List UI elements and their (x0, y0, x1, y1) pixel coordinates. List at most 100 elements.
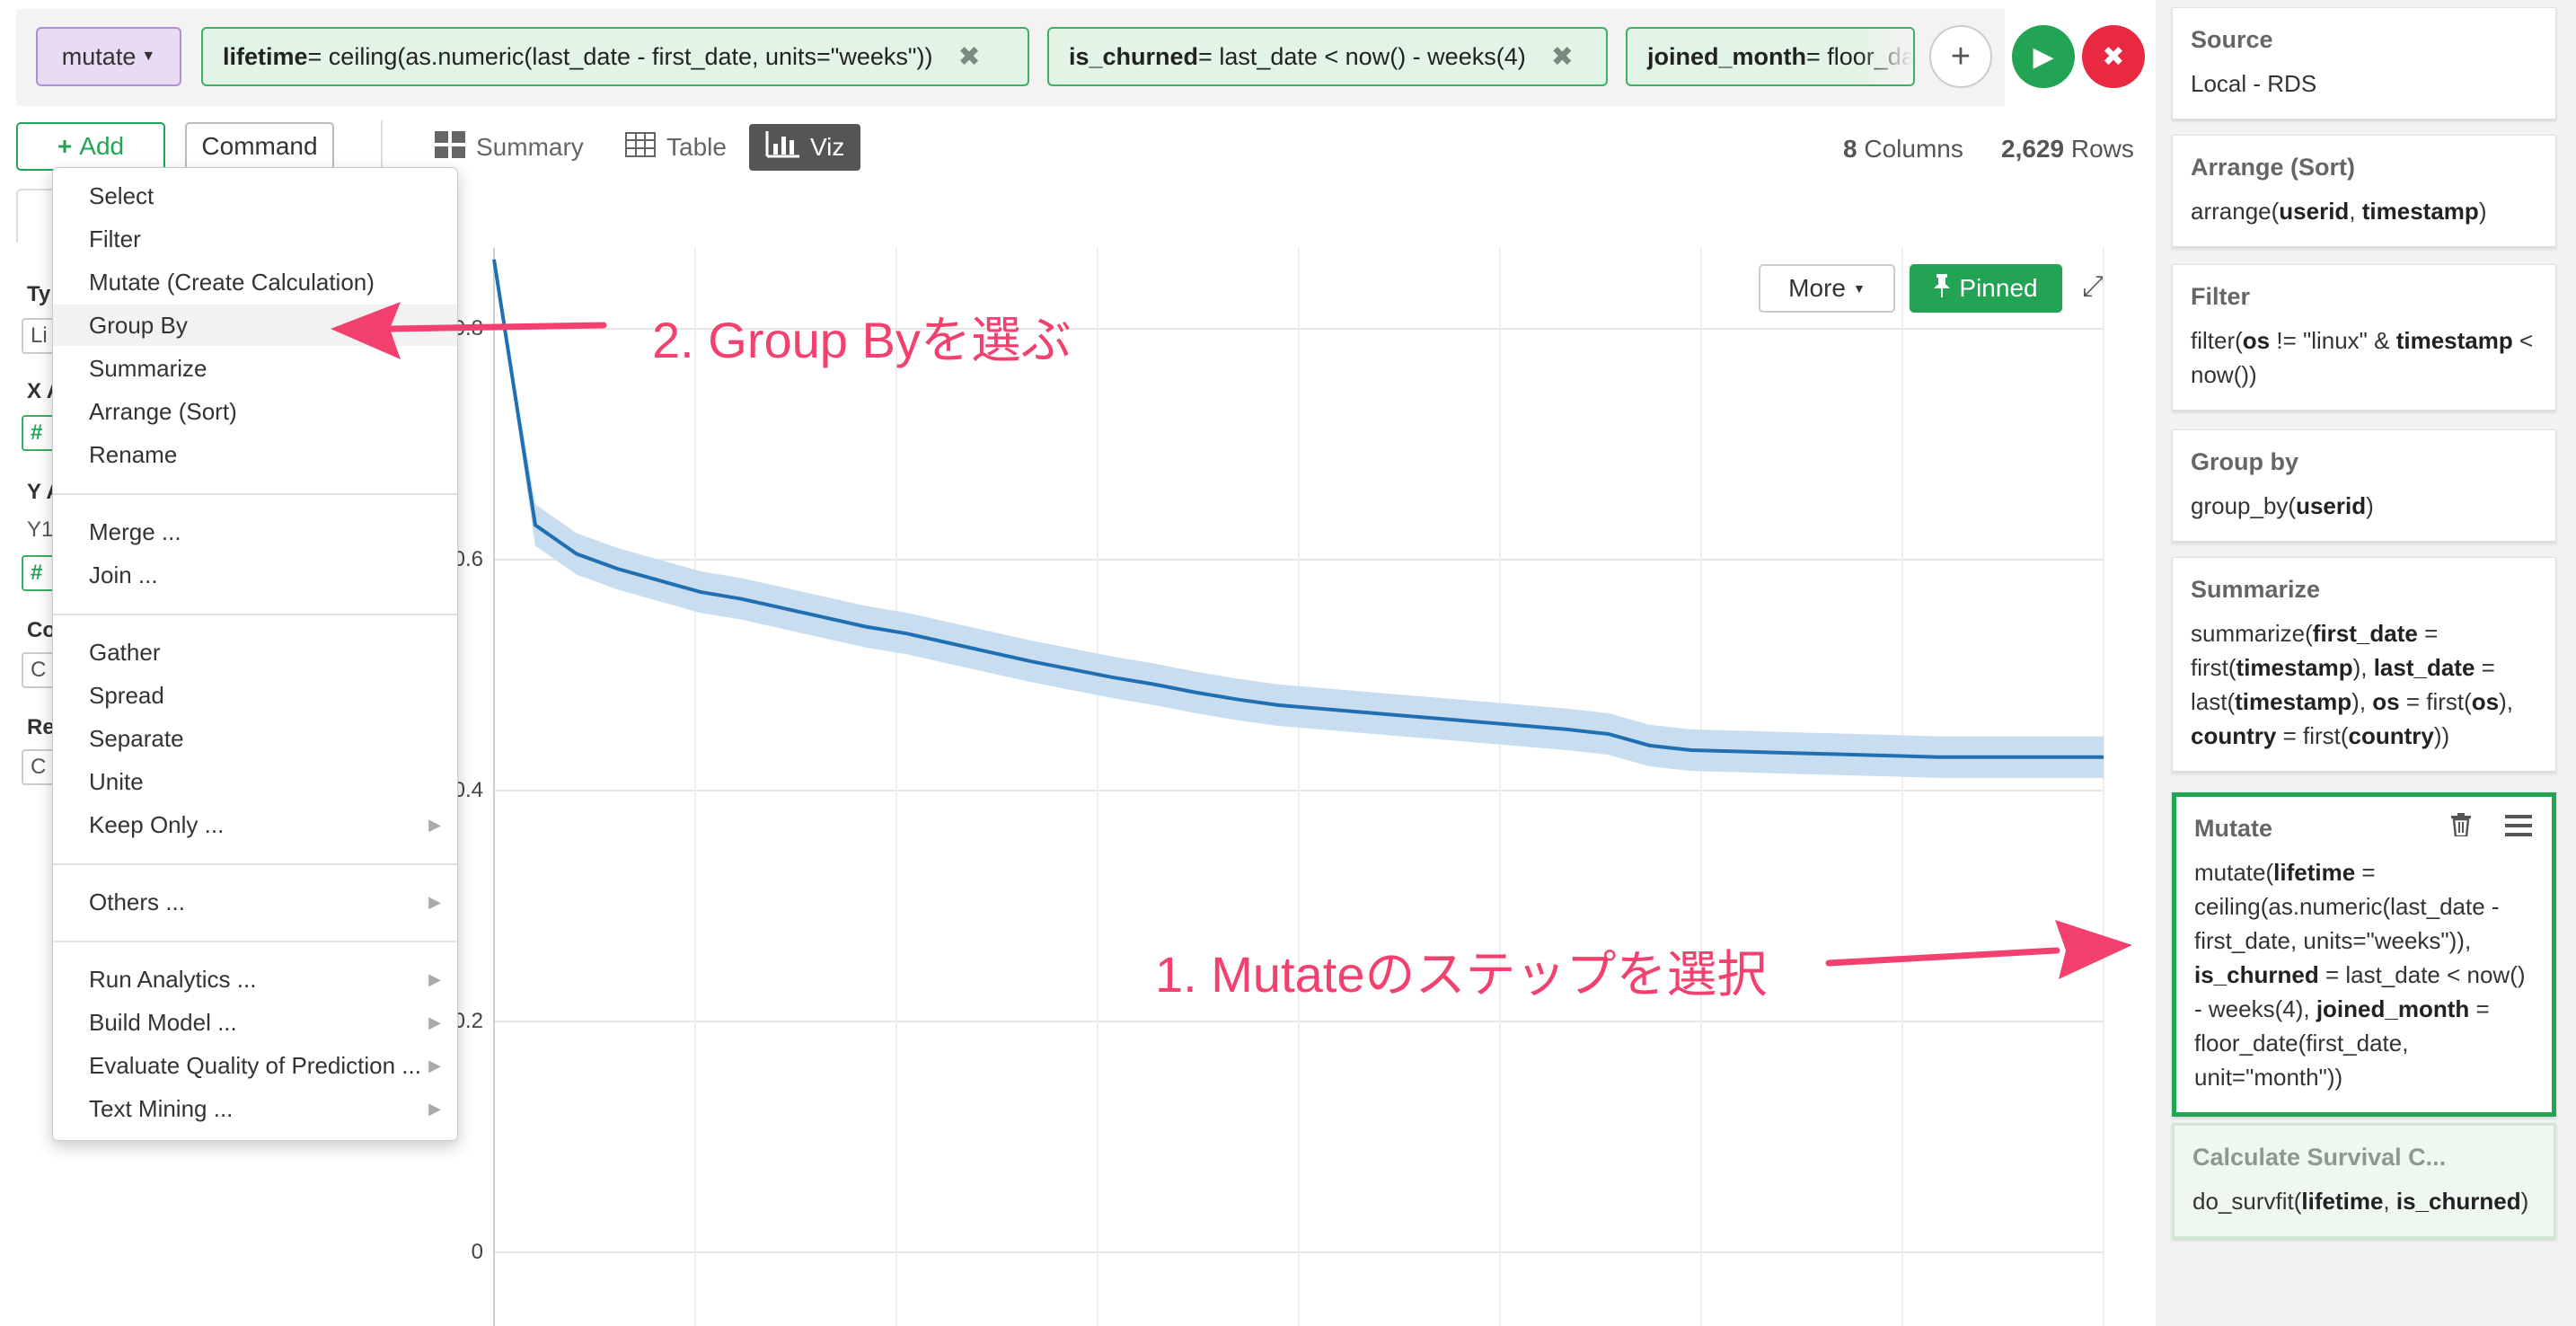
step-body-segment: != "linux" & (2270, 327, 2396, 354)
step-body-segment: mutate( (2194, 859, 2274, 886)
menu-item-label: Text Mining ... (89, 1094, 234, 1122)
step-body-segment: lifetime (2273, 859, 2356, 886)
step-body: do_survfit(lifetime, is_churned) (2192, 1184, 2536, 1218)
step-body-segment: timestamp (2361, 198, 2479, 225)
step-title: Filter (2191, 283, 2251, 310)
add-step-button[interactable]: + Add (16, 122, 165, 171)
trash-icon[interactable] (2451, 813, 2471, 844)
add-step-menu: Select Filter Mutate (Create Calculation) G… (52, 167, 458, 1141)
step-body-segment: is_churned (2194, 961, 2319, 988)
menu-item[interactable]: Merge ... (53, 511, 457, 552)
remove-chip-icon[interactable]: ✖ (958, 41, 981, 73)
menu-item-label: Run Analytics ... (89, 965, 257, 993)
submenu-arrow-icon: ▶ (428, 815, 441, 834)
step-title: Source (2191, 26, 2273, 53)
menu-item[interactable]: Rename (53, 434, 457, 475)
menu-item-label: Group By (89, 311, 188, 339)
menu-item[interactable]: Arrange (Sort) (53, 391, 457, 432)
step-body-segment: ), (2499, 688, 2514, 715)
step-card[interactable]: Mutate mutate(lifetime = ceiling(as.numer… (2172, 792, 2556, 1117)
command-type-label: mutate (61, 42, 137, 70)
chip-lifetime[interactable]: lifetime = ceiling(as.numeric(last_date … (201, 27, 1029, 86)
step-body-segment: country (2348, 722, 2434, 749)
menu-item[interactable]: Others ... ▶ (53, 881, 457, 923)
cancel-button[interactable]: ✖ (2082, 25, 2145, 88)
survival-curve-chart (492, 248, 2104, 1326)
step-body-segment: ), (2352, 654, 2374, 681)
tab-label: Table (666, 133, 727, 161)
tab-summary[interactable]: Summary (435, 124, 584, 171)
submenu-arrow-icon: ▶ (428, 1012, 441, 1031)
step-card[interactable]: Source Local - RDS (2172, 7, 2556, 119)
step-body-segment: timestamp (2236, 654, 2353, 681)
menu-item-label: Keep Only ... (89, 810, 225, 838)
config-label-repeat: Re (27, 715, 55, 739)
step-card[interactable]: Arrange (Sort) arrange(userid, timestamp) (2172, 135, 2556, 247)
annotation-step2: 2. Group Byを選ぶ (652, 312, 1072, 368)
step-body-segment: userid (2279, 198, 2350, 225)
chip-is-churned[interactable]: is_churned = last_date < now() - weeks(4… (1047, 27, 1608, 86)
menu-item[interactable]: Build Model ... ▶ (53, 1002, 457, 1043)
menu-item-label: Evaluate Quality of Prediction ... (89, 1051, 421, 1079)
tab-table[interactable]: Table (625, 124, 727, 171)
chip-joined-month[interactable]: joined_month = floor_date(first_date, un… (1626, 27, 1915, 86)
menu-item-label: Spread (89, 681, 164, 709)
menu-item[interactable]: Spread (53, 675, 457, 716)
columns-count: 8 Columns (1843, 135, 1963, 164)
menu-item-label: Summarize (89, 354, 207, 382)
plus-icon: + (57, 132, 73, 160)
annotation-step1: 1. Mutateのステップを選択 (1155, 946, 1768, 1003)
step-body-segment: first_date (2312, 620, 2418, 647)
menu-item[interactable]: Text Mining ... ▶ (53, 1088, 457, 1129)
step-card[interactable]: Filter filter(os != "linux" & timestamp <… (2172, 264, 2556, 411)
remove-chip-icon[interactable]: ✖ (1551, 41, 1574, 73)
step-body: mutate(lifetime = ceiling(as.numeric(las… (2194, 855, 2534, 1094)
step-card[interactable]: Group by group_by(userid) (2172, 429, 2556, 542)
chip-overflow-fade (1859, 29, 1913, 84)
submenu-arrow-icon: ▶ (428, 892, 441, 911)
config-field-y1: Y1 (27, 517, 54, 542)
command-button[interactable]: Command (185, 122, 334, 171)
step-title: Mutate (2194, 815, 2272, 842)
chip-expression: = ceiling(as.numeric(last_date - first_d… (307, 42, 933, 70)
step-body-segment: , (2383, 1188, 2396, 1215)
menu-item[interactable]: Unite (53, 761, 457, 802)
menu-item[interactable]: Mutate (Create Calculation) (53, 261, 457, 303)
step-card[interactable]: Summarize summarize(first_date = first(ti… (2172, 557, 2556, 772)
y-tick-label: 0 (471, 1240, 483, 1264)
menu-item[interactable]: Join ... (53, 554, 457, 596)
tab-viz[interactable]: Viz (749, 124, 861, 171)
step-body: summarize(first_date = first(timestamp),… (2191, 616, 2537, 753)
add-label: Add (79, 132, 125, 160)
menu-item-label: Others ... (89, 888, 185, 915)
table-icon (625, 131, 656, 164)
menu-item[interactable]: Summarize (53, 348, 457, 389)
menu-item[interactable]: Separate (53, 718, 457, 759)
menu-item[interactable]: Keep Only ... ▶ (53, 804, 457, 845)
chip-column-name: lifetime (223, 42, 308, 70)
menu-item[interactable]: Filter (53, 218, 457, 260)
step-body-segment: )) (2433, 722, 2450, 749)
menu-item[interactable]: Gather (53, 632, 457, 673)
step-body-segment: , (2349, 198, 2362, 225)
close-icon: ✖ (2102, 41, 2125, 72)
step-body-segment: joined_month (2316, 995, 2470, 1022)
menu-divider (53, 941, 457, 942)
step-body-segment: ) (2520, 1188, 2529, 1215)
run-button[interactable]: ▶ (2012, 25, 2075, 88)
step-body-segment: timestamp (2235, 688, 2352, 715)
tab-label: Viz (810, 133, 845, 161)
command-type-dropdown[interactable]: mutate ▼ (36, 27, 181, 86)
menu-item[interactable]: Group By (53, 305, 457, 346)
menu-item[interactable]: Evaluate Quality of Prediction ... ▶ (53, 1045, 457, 1086)
hamburger-menu-icon[interactable] (2505, 813, 2532, 844)
step-body-segment: os (2471, 688, 2500, 715)
menu-item[interactable]: Select (53, 175, 457, 217)
columns-label: Columns (1864, 135, 1963, 163)
step-title: Arrange (Sort) (2191, 154, 2356, 181)
step-card[interactable]: Calculate Survival C... do_survfit(lifeti… (2172, 1123, 2556, 1239)
chip-expression: = last_date < now() - weeks(4) (1198, 42, 1526, 70)
add-command-button[interactable]: + (1929, 25, 1992, 88)
menu-item[interactable]: Run Analytics ... ▶ (53, 959, 457, 1000)
menu-item-label: Filter (89, 225, 141, 252)
